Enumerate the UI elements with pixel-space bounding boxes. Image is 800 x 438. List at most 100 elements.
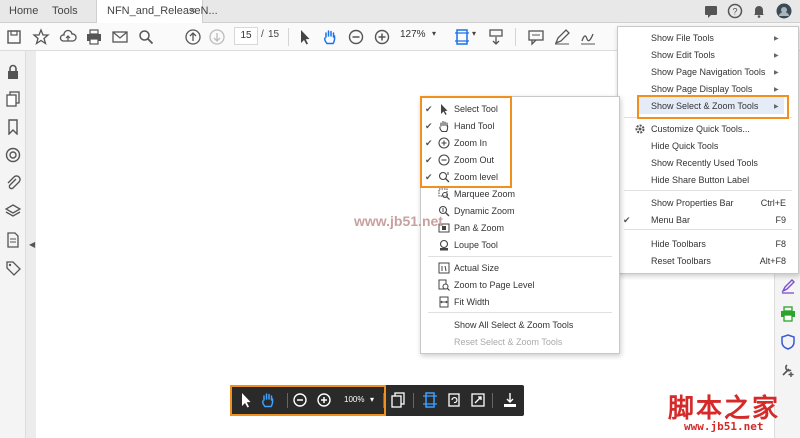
submenu-item-loupe-tool[interactable]: Loupe Tool: [454, 237, 498, 254]
document-icon[interactable]: [5, 232, 21, 248]
cursor-icon[interactable]: [296, 28, 314, 46]
submenu-arrow-icon: ▶: [774, 70, 779, 76]
gear-icon: [634, 123, 646, 135]
menu-item-show-properties-bar[interactable]: Show Properties Bar: [651, 195, 734, 212]
submenu-item-actual-size[interactable]: Actual Size: [454, 260, 499, 277]
submenu-item-dynamic-zoom[interactable]: Dynamic Zoom: [454, 203, 515, 220]
submenu-item-zoom-to-page-level[interactable]: Zoom to Page Level: [454, 277, 535, 294]
submenu-item-marquee-zoom[interactable]: Marquee Zoom: [454, 186, 515, 203]
page-down-icon[interactable]: [208, 28, 226, 46]
menu-separator: [624, 190, 792, 191]
mail-icon[interactable]: [111, 28, 129, 46]
tab-document-label: NFN_and_ReleaseN...: [107, 5, 218, 17]
save-icon[interactable]: [5, 28, 23, 46]
menu-shortcut: Ctrl+E: [760, 198, 786, 208]
print-icon[interactable]: [85, 28, 103, 46]
help-icon[interactable]: ?: [727, 3, 743, 19]
submenu-arrow-icon: ▶: [774, 87, 779, 93]
lock-icon[interactable]: [5, 64, 21, 80]
submenu-item-fit-width[interactable]: Fit Width: [454, 294, 490, 311]
scroll-mode-icon[interactable]: [487, 28, 505, 46]
sign-icon[interactable]: [579, 28, 597, 46]
tab-document[interactable]: NFN_and_ReleaseN... ×: [96, 0, 218, 23]
fill-sign-icon[interactable]: [780, 278, 796, 294]
floating-divider: [413, 393, 414, 408]
floating-divider: [492, 393, 493, 408]
menu-separator: [624, 229, 792, 230]
hand-icon[interactable]: [321, 28, 339, 46]
check-icon: ✔: [623, 215, 631, 225]
layers-target-icon[interactable]: [5, 147, 21, 163]
zoom-page-icon: [438, 279, 450, 291]
tag-icon[interactable]: [5, 260, 21, 276]
bell-icon[interactable]: [751, 3, 767, 19]
watermark-text: www.jb51.net: [354, 213, 443, 229]
menu-separator: [428, 312, 612, 313]
tools-icon[interactable]: [780, 362, 796, 378]
toolbar-divider: [515, 28, 516, 46]
zoom-out-icon[interactable]: [347, 28, 365, 46]
menu-item-hide-quick-tools[interactable]: Hide Quick Tools: [651, 138, 718, 155]
search-icon[interactable]: [137, 28, 155, 46]
menu-item-show-edit-tools[interactable]: Show Edit Tools: [651, 47, 715, 64]
star-icon[interactable]: [32, 28, 50, 46]
menu-item-menu-bar[interactable]: Menu Bar: [651, 212, 690, 229]
page-separator: /: [261, 29, 264, 40]
fit-page-icon[interactable]: [453, 28, 471, 46]
menu-item-show-page-navigation-tools[interactable]: Show Page Navigation Tools: [651, 64, 765, 81]
zoom-in-icon[interactable]: [373, 28, 391, 46]
shield-icon[interactable]: [780, 334, 796, 350]
full-screen-icon[interactable]: [470, 392, 486, 408]
comment-icon[interactable]: [527, 28, 545, 46]
menu-shortcut: F9: [775, 215, 786, 225]
submenu-arrow-icon: ▶: [774, 53, 779, 59]
pages-icon[interactable]: [5, 91, 21, 107]
highlight-box-main-menu: [637, 95, 789, 119]
submenu-item-show-all-select-zoom-tools[interactable]: Show All Select & Zoom Tools: [454, 317, 573, 334]
menu-shortcut: F8: [775, 239, 786, 249]
tab-tools[interactable]: Tools: [52, 0, 78, 22]
submenu-item-reset-select-zoom-tools: Reset Select & Zoom Tools: [454, 337, 563, 347]
highlight-box-submenu: [420, 96, 512, 188]
loupe-icon: [438, 239, 450, 251]
pen-icon[interactable]: [553, 28, 571, 46]
menu-item-hide-toolbars[interactable]: Hide Toolbars: [651, 236, 706, 253]
chat-icon[interactable]: [703, 3, 719, 19]
fit-page-icon[interactable]: [422, 392, 438, 408]
bookmark-icon[interactable]: [5, 119, 21, 136]
submenu-arrow-icon: ▶: [774, 36, 779, 42]
left-sidebar: [0, 51, 26, 438]
print-production-icon[interactable]: [780, 306, 796, 322]
menu-item-show-recently-used-tools[interactable]: Show Recently Used Tools: [651, 155, 758, 172]
upload-cloud-icon[interactable]: [59, 28, 77, 46]
page-total: 15: [268, 29, 280, 40]
page-up-icon[interactable]: [184, 28, 202, 46]
toolbar-divider: [288, 28, 289, 46]
avatar[interactable]: [776, 3, 792, 19]
menu-item-customize-quick-tools[interactable]: Customize Quick Tools...: [651, 121, 750, 138]
attachment-icon[interactable]: [5, 175, 21, 191]
rotate-page-icon[interactable]: [446, 392, 462, 408]
svg-text:?: ?: [732, 7, 737, 17]
collapse-panel-icon[interactable]: ◀: [29, 240, 35, 249]
marquee-zoom-icon: [438, 188, 450, 200]
menu-item-reset-toolbars[interactable]: Reset Toolbars: [651, 253, 711, 270]
menu-item-hide-share-button-label[interactable]: Hide Share Button Label: [651, 172, 749, 189]
chevron-down-icon[interactable]: ▾: [432, 29, 436, 38]
chevron-down-icon[interactable]: ▾: [472, 29, 476, 38]
layers-icon[interactable]: [4, 203, 22, 219]
close-icon[interactable]: ×: [190, 0, 196, 22]
menu-shortcut: Alt+F8: [759, 256, 786, 266]
tab-bar: Home Tools NFN_and_ReleaseN... × ?: [0, 0, 800, 23]
watermark-url: www.jb51.net: [684, 420, 764, 433]
scroll-mode-icon[interactable]: [502, 392, 518, 408]
highlight-box-floating-toolbar: [230, 385, 386, 416]
pages-icon[interactable]: [390, 392, 406, 408]
submenu-item-pan-zoom[interactable]: Pan & Zoom: [454, 220, 504, 237]
tab-home[interactable]: Home: [9, 0, 38, 22]
actual-size-icon: [438, 262, 450, 274]
page-number-input[interactable]: 15: [234, 27, 258, 45]
menu-item-show-file-tools[interactable]: Show File Tools: [651, 30, 714, 47]
fit-width-icon: [438, 296, 450, 308]
menu-separator: [428, 256, 612, 257]
